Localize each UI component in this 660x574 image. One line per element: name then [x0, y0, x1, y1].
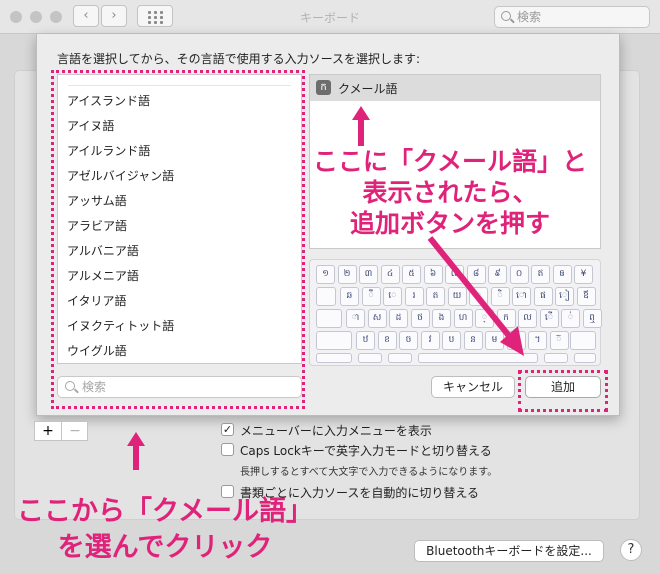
keyboard-key: ៤ — [380, 265, 400, 284]
language-item[interactable]: アイスランド語 — [67, 90, 150, 112]
keyboard-key: ច — [399, 331, 418, 350]
keyboard-key: ឆ — [340, 287, 359, 306]
keyboard-modifier-key — [574, 353, 596, 363]
show-input-menu-label: メニューバーに入力メニューを表示 — [240, 424, 432, 438]
checkmark-icon: ✓ — [222, 423, 233, 436]
keyboard-modifier-key — [316, 353, 352, 363]
keyboard-key: ៥ — [402, 265, 421, 284]
keyboard-key: ¥ — [574, 265, 593, 284]
keyboard-key: ៀ — [555, 287, 574, 306]
keyboard-key: ឲ — [552, 265, 572, 284]
keyboard-key: ខ — [377, 331, 397, 350]
keyboard-key: ើ — [539, 309, 559, 328]
arrow-shaft — [133, 444, 139, 470]
add-button[interactable]: 追加 — [525, 376, 601, 398]
keyboard-key: ដ — [389, 309, 408, 328]
language-list[interactable]: アイスランド語 アイヌ語 アイルランド語 アゼルバイジャン語 アッサム語 アラビ… — [57, 74, 302, 364]
cancel-button[interactable]: キャンセル — [431, 376, 515, 398]
add-source-button[interactable]: + — [35, 422, 61, 440]
callout-line: 表示されたら、 — [362, 178, 538, 207]
search-icon — [501, 11, 511, 21]
callout-line: 追加ボタンを押す — [349, 209, 550, 238]
caps-lock-checkbox[interactable] — [221, 443, 234, 456]
callout-line: ここに「クメール語」と — [312, 147, 587, 176]
help-button[interactable]: ? — [620, 539, 642, 561]
list-divider — [68, 85, 291, 86]
keyboard-modifier-key — [570, 331, 596, 350]
language-item[interactable]: アルメニア語 — [67, 265, 139, 287]
bottom-callout: ここから「クメール語」 を選んでクリック — [0, 494, 330, 566]
language-item[interactable]: アイルランド語 — [67, 140, 150, 162]
keyboard-key: ៊ — [549, 331, 569, 350]
keyboard-modifier-key — [316, 287, 336, 306]
window-search-input[interactable]: 検索 — [494, 6, 650, 28]
show-input-menu-checkbox[interactable]: ✓ — [221, 423, 234, 436]
bluetooth-keyboard-button[interactable]: Bluetoothキーボードを設定... — [414, 540, 604, 562]
language-search-placeholder: 検索 — [82, 380, 107, 394]
keyboard-key: ់ — [561, 309, 580, 328]
keyboard-modifier-key — [316, 309, 342, 328]
search-icon — [65, 381, 75, 391]
right-callout: ここに「クメール語」と 表示されたら、 追加ボタンを押す — [305, 146, 595, 239]
keyboard-key: ា — [346, 309, 365, 328]
language-item[interactable]: アゼルバイジャン語 — [67, 165, 174, 187]
keyboard-key: ឮ — [582, 309, 602, 328]
sheet-instruction: 言語を選択してから、その言語で使用する入力ソースを選択します: — [57, 52, 421, 66]
window-titlebar: ‹ › キーボード 検索 — [0, 0, 660, 34]
caps-lock-label: Caps Lockキーで英字入力モードと切り替える — [240, 444, 492, 458]
window-search-placeholder: 検索 — [517, 10, 542, 24]
language-item[interactable]: アラビア語 — [67, 215, 127, 237]
callout-line: を選んでクリック — [57, 532, 273, 563]
language-search-input[interactable]: 検索 — [57, 376, 302, 398]
keyboard-modifier-key — [544, 353, 568, 363]
arrow-down-right-icon — [427, 236, 524, 356]
language-item[interactable]: アッサム語 — [67, 190, 127, 212]
keyboard-key: ឹ — [361, 287, 381, 306]
language-item[interactable]: ウイグル語 — [67, 340, 127, 362]
language-item[interactable]: アイヌ語 — [67, 115, 114, 137]
keyboard-modifier-key — [316, 331, 352, 350]
keyboard-key: េ — [383, 287, 402, 306]
input-source-label: クメール語 — [338, 82, 398, 96]
callout-line: ここから「クメール語」 — [17, 496, 313, 527]
add-remove-control: + − — [34, 421, 88, 441]
input-source-item-khmer[interactable]: ក クメール語 — [310, 75, 600, 101]
keyboard-modifier-key — [388, 353, 412, 363]
keyboard-modifier-key — [358, 353, 382, 363]
khmer-keyboard-icon: ក — [316, 80, 331, 95]
language-item[interactable]: イタリア語 — [67, 290, 127, 312]
keyboard-key: ២ — [337, 265, 357, 284]
caps-lock-note: 長押しするとすべて大文字で入力できるようになります。 — [240, 467, 498, 478]
keyboard-key: ១ — [316, 265, 335, 284]
keyboard-key: ឋ — [356, 331, 375, 350]
keyboard-key: ៣ — [359, 265, 378, 284]
remove-source-button[interactable]: − — [62, 422, 88, 440]
language-item[interactable]: イヌクティトット語 — [67, 315, 174, 337]
keyboard-key: ឪ — [576, 287, 596, 306]
keyboard-key: ស — [367, 309, 387, 328]
arrow-shaft — [358, 118, 364, 146]
language-item[interactable]: アルバニア語 — [67, 240, 139, 262]
